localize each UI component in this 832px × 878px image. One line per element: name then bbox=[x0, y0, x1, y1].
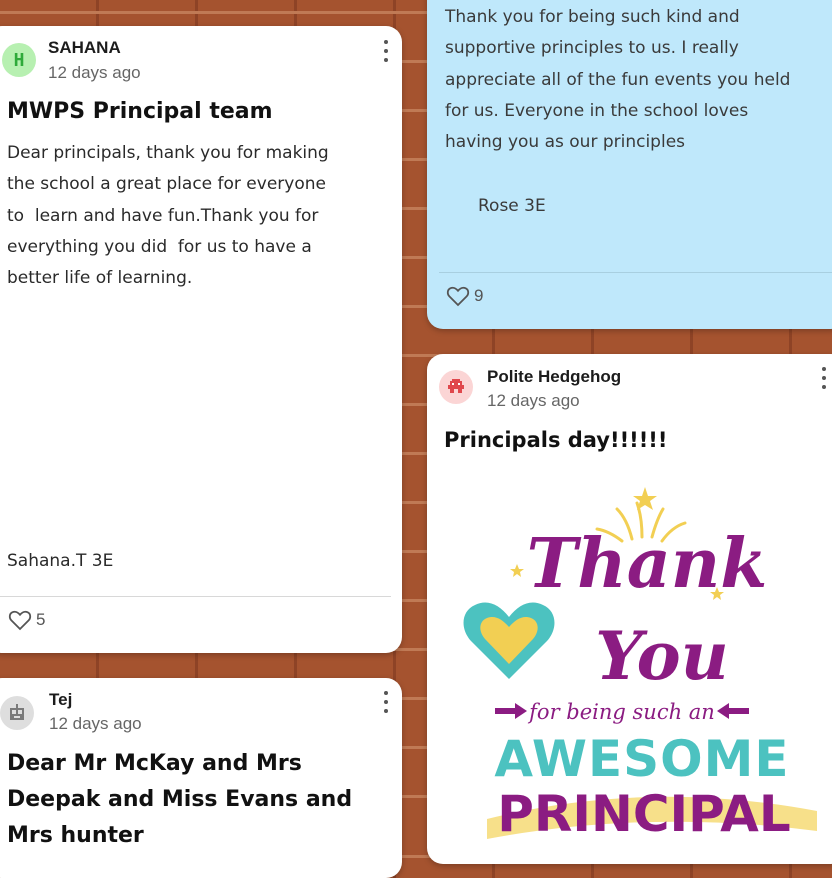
poster-for-being-text: for being such an bbox=[527, 700, 715, 724]
card-divider bbox=[0, 596, 391, 597]
post-card-sahana[interactable]: H SAHANA 12 days ago MWPS Principal team… bbox=[0, 26, 402, 653]
post-title: MWPS Principal team bbox=[7, 99, 273, 124]
card-divider bbox=[439, 272, 832, 273]
avatar bbox=[0, 696, 34, 730]
avatar: H bbox=[2, 43, 36, 77]
post-card-polite-hedgehog[interactable]: Polite Hedgehog 12 days ago Principals d… bbox=[427, 354, 832, 864]
post-signature: Rose 3E bbox=[478, 196, 546, 216]
pixel-robot-icon bbox=[10, 704, 24, 720]
thank-you-poster-image: Thank You for being such an AWESOME PRIN… bbox=[457, 479, 832, 849]
like-button[interactable]: 9 bbox=[446, 285, 483, 307]
post-title-line: Deepak and Miss Evans and bbox=[7, 787, 353, 812]
like-count: 9 bbox=[474, 286, 484, 305]
heart-icon bbox=[8, 610, 32, 631]
like-count: 5 bbox=[36, 610, 46, 629]
poster-you-text: You bbox=[595, 617, 728, 695]
post-author: Polite Hedgehog bbox=[487, 367, 622, 386]
post-title-line: Mrs hunter bbox=[7, 823, 144, 848]
post-timestamp: 12 days ago bbox=[487, 391, 580, 410]
post-signature: Sahana.T 3E bbox=[7, 551, 114, 571]
post-menu-button[interactable] bbox=[383, 40, 389, 62]
post-title: Principals day!!!!!! bbox=[444, 428, 668, 452]
post-title-line: Dear Mr McKay and Mrs bbox=[7, 751, 302, 776]
post-body: Thank you for being such kind and suppor… bbox=[445, 7, 791, 153]
post-author: SAHANA bbox=[48, 38, 121, 57]
post-menu-button[interactable] bbox=[383, 691, 389, 713]
post-timestamp: 12 days ago bbox=[48, 63, 141, 82]
poster-thank-text: Thank bbox=[527, 524, 768, 604]
poster-awesome-text: AWESOME bbox=[494, 730, 789, 788]
avatar-initial: H bbox=[13, 49, 25, 71]
avatar bbox=[439, 370, 473, 404]
post-timestamp: 12 days ago bbox=[49, 714, 142, 733]
heart-icon bbox=[446, 286, 470, 307]
poster-graphic: Thank You for being such an AWESOME PRIN… bbox=[463, 487, 817, 843]
post-author: Tej bbox=[49, 690, 73, 709]
post-menu-button[interactable] bbox=[821, 367, 827, 389]
like-button[interactable]: 5 bbox=[8, 609, 45, 631]
post-card-rose[interactable]: Thank you for being such kind and suppor… bbox=[427, 0, 832, 329]
post-card-tej[interactable]: Tej 12 days ago Dear Mr McKay and Mrs De… bbox=[0, 678, 402, 878]
poster-principal-text: PRINCIPAL bbox=[497, 785, 791, 843]
pixel-creature-icon bbox=[448, 379, 464, 393]
post-body: Dear principals, thank you for making th… bbox=[7, 143, 329, 289]
